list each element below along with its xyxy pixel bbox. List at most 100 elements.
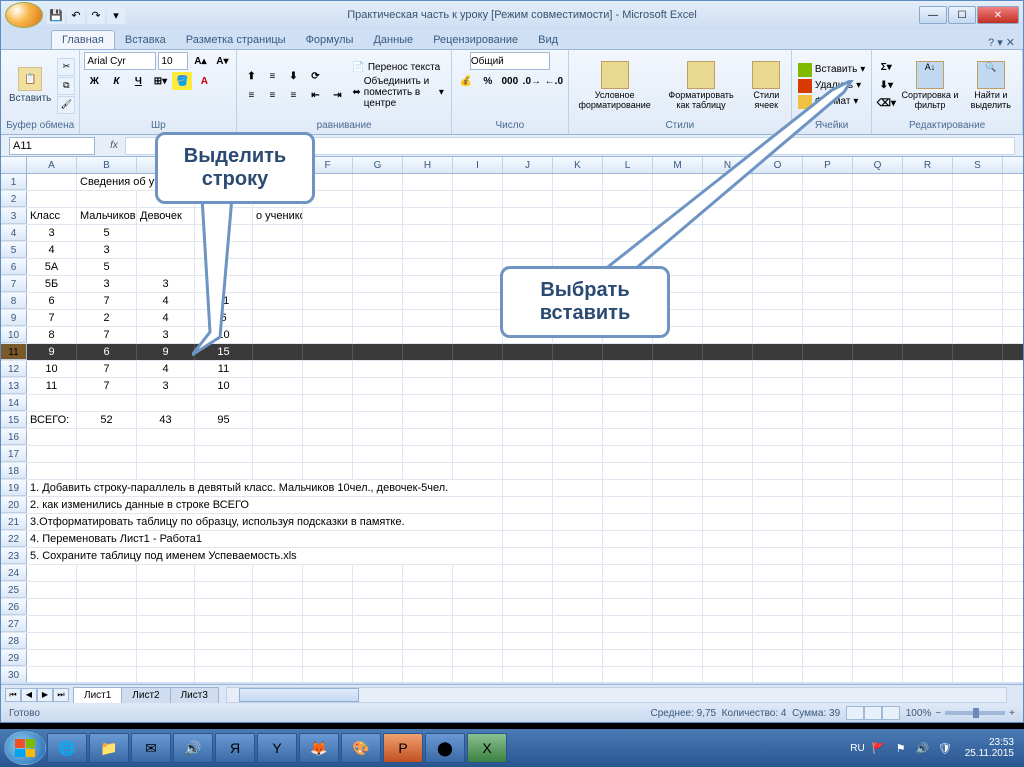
cell[interactable] [195,463,253,479]
cell[interactable] [503,616,553,632]
cell[interactable] [753,582,803,598]
cell[interactable] [403,565,453,581]
cell[interactable] [803,276,853,292]
cell[interactable] [903,582,953,598]
cell[interactable] [137,650,195,666]
indent-inc-icon[interactable]: ⇥ [327,86,347,104]
cell[interactable] [27,191,77,207]
cell[interactable] [303,327,353,343]
cell[interactable] [753,565,803,581]
cell[interactable] [953,242,1003,258]
cell[interactable] [803,548,853,564]
cell[interactable] [503,446,553,462]
cell[interactable]: 3 [27,225,77,241]
office-button[interactable] [5,2,43,28]
cell[interactable] [137,446,195,462]
cell[interactable] [77,446,137,462]
align-left-icon[interactable]: ≡ [241,86,261,104]
cell[interactable] [453,361,503,377]
col-header-R[interactable]: R [903,157,953,173]
cell[interactable] [403,191,453,207]
inc-decimal-icon[interactable]: .0→ [522,72,542,90]
cell[interactable]: 3 [77,276,137,292]
cell[interactable] [653,395,703,411]
row-header-21[interactable]: 21 [1,514,27,530]
cell[interactable] [803,497,853,513]
cell[interactable] [753,599,803,615]
cell[interactable] [653,361,703,377]
cell[interactable] [653,667,703,682]
cell[interactable] [253,361,303,377]
cell[interactable] [703,327,753,343]
cell[interactable] [253,616,303,632]
cell[interactable] [703,582,753,598]
cell[interactable]: 1. Добавить строку-параллель в девятый к… [27,480,503,496]
dec-decimal-icon[interactable]: ←.0 [544,72,564,90]
cell[interactable] [803,293,853,309]
cell[interactable] [137,463,195,479]
cell[interactable] [553,548,603,564]
cell[interactable] [353,174,403,190]
cell[interactable] [453,429,503,445]
col-header-K[interactable]: K [553,157,603,173]
cell[interactable] [653,412,703,428]
cell[interactable]: 5. Сохраните таблицу под именем Успеваем… [27,548,503,564]
sheet-prev-icon[interactable]: ◀ [21,688,37,702]
cell[interactable] [853,565,903,581]
cell[interactable] [903,616,953,632]
cell[interactable] [303,463,353,479]
cell[interactable] [503,191,553,207]
row-header-17[interactable]: 17 [1,446,27,462]
cell[interactable] [503,565,553,581]
cell[interactable]: 7 [77,293,137,309]
cell[interactable] [553,565,603,581]
cell[interactable] [553,633,603,649]
paste-button[interactable]: 📋 Вставить [5,65,55,106]
cell[interactable] [253,395,303,411]
cell[interactable] [353,361,403,377]
cell[interactable] [553,429,603,445]
cell[interactable] [903,293,953,309]
cell[interactable] [453,293,503,309]
cell[interactable] [503,531,553,547]
cell[interactable] [953,208,1003,224]
cell[interactable] [703,378,753,394]
cell[interactable] [353,395,403,411]
cell[interactable] [137,565,195,581]
cell[interactable] [77,582,137,598]
cell[interactable] [253,310,303,326]
cell[interactable] [353,565,403,581]
cell[interactable] [653,633,703,649]
cell[interactable] [195,429,253,445]
cell[interactable]: 8 [27,327,77,343]
cell[interactable] [903,361,953,377]
cell[interactable] [553,242,603,258]
task-mail[interactable]: ✉ [131,733,171,763]
cell[interactable] [803,565,853,581]
cell[interactable] [803,361,853,377]
sort-filter-button[interactable]: A↓Сортировка и фильтр [898,61,961,110]
cell[interactable] [77,429,137,445]
cell[interactable] [803,378,853,394]
cell[interactable] [903,242,953,258]
view-break-icon[interactable] [882,706,900,720]
cell[interactable] [403,429,453,445]
cell[interactable] [853,361,903,377]
task-gimp[interactable]: 🦊 [299,733,339,763]
cell[interactable] [403,361,453,377]
cell[interactable] [403,208,453,224]
row-header-5[interactable]: 5 [1,242,27,258]
cell[interactable] [453,395,503,411]
cell[interactable]: 6 [27,293,77,309]
cell[interactable] [253,225,303,241]
cell[interactable] [903,191,953,207]
cell[interactable] [503,429,553,445]
cell[interactable] [603,548,653,564]
cell[interactable] [803,514,853,530]
row-header-15[interactable]: 15 [1,412,27,428]
cell[interactable] [303,208,353,224]
cell[interactable] [353,242,403,258]
cell[interactable] [653,378,703,394]
cell[interactable]: 4 [137,361,195,377]
cell[interactable]: 2. как изменились данные в строке ВСЕГО [27,497,503,513]
